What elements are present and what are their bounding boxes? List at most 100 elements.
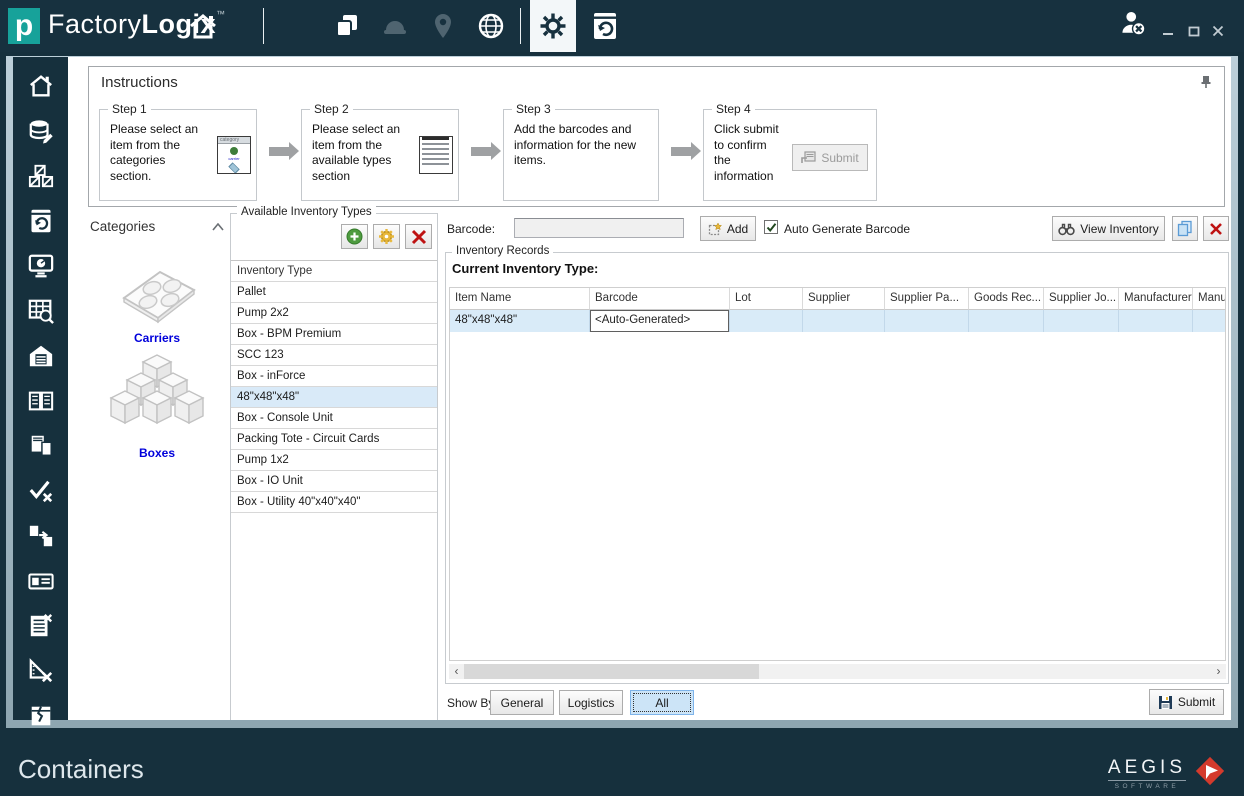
toolbar-divider (520, 8, 521, 44)
warehouse-icon[interactable] (27, 342, 55, 370)
column-header[interactable]: Item Name (450, 288, 590, 310)
home-nav-icon[interactable] (27, 72, 55, 100)
horizontal-scrollbar[interactable]: ‹ › (449, 664, 1226, 679)
minimize-button[interactable] (1158, 22, 1178, 40)
step-3-text: Add the barcodes and information for the… (514, 122, 650, 169)
add-icon (346, 228, 363, 245)
binoculars-icon (1058, 222, 1075, 236)
column-header[interactable]: Supplier (803, 288, 885, 310)
column-header[interactable]: Supplier Jo... (1044, 288, 1119, 310)
crates-icon[interactable] (27, 162, 55, 190)
delete-x-icon (1209, 222, 1223, 236)
scroll-right-arrow[interactable]: › (1211, 664, 1226, 679)
category-item-boxes[interactable]: Boxes (88, 353, 226, 460)
inventory-type-row-selected[interactable]: 48"x48"x48" (231, 387, 437, 408)
inventory-type-row[interactable]: Pallet (231, 282, 437, 303)
home-icon[interactable] (188, 11, 218, 41)
add-button[interactable]: Add (700, 216, 756, 241)
available-types-panel: Available Inventory Types (230, 213, 438, 720)
location-pin-icon[interactable] (428, 11, 458, 41)
show-by-logistics-button[interactable]: Logistics (559, 690, 623, 715)
category-label-boxes[interactable]: Boxes (88, 446, 226, 460)
column-header[interactable]: Manufac... (1193, 288, 1226, 310)
receiving-nav-icon[interactable] (27, 207, 55, 235)
delete-record-button[interactable] (1203, 216, 1229, 241)
settings-tab-active[interactable] (530, 0, 576, 52)
new-item-icon (708, 222, 722, 236)
globe-icon[interactable] (476, 11, 506, 41)
transfer-icon[interactable] (27, 522, 55, 550)
toolbar-divider (263, 8, 264, 44)
step-4-label: Step 4 (712, 102, 755, 116)
check-x-icon[interactable] (27, 477, 55, 505)
receiving-icon[interactable] (590, 11, 620, 41)
step-3-label: Step 3 (512, 102, 555, 116)
scrollbar-thumb[interactable] (464, 664, 759, 679)
documents-icon[interactable] (332, 11, 362, 41)
inventory-type-row[interactable]: Box - inForce (231, 366, 437, 387)
step-1-thumbnail: categorycarrier (217, 136, 251, 174)
types-column-header[interactable]: Inventory Type (231, 261, 437, 282)
column-header[interactable]: Barcode (590, 288, 730, 310)
column-header[interactable]: Goods Rec... (969, 288, 1044, 310)
carrier-tray-icon (112, 260, 202, 326)
show-by-general-button[interactable]: General (490, 690, 554, 715)
show-by-all-button-selected[interactable]: All (630, 690, 694, 715)
table-search-icon[interactable] (27, 297, 55, 325)
inventory-type-row[interactable]: Pump 2x2 (231, 303, 437, 324)
category-label-carriers[interactable]: Carriers (88, 331, 226, 345)
maximize-button[interactable] (1184, 22, 1204, 40)
view-inventory-button[interactable]: View Inventory (1052, 216, 1165, 241)
app-logo: p (8, 8, 40, 44)
record-row[interactable]: 48"x48"x48" <Auto-Generated> (450, 310, 1225, 332)
pages-icon[interactable] (27, 432, 55, 460)
copy-records-button[interactable] (1172, 216, 1198, 241)
inventory-type-row[interactable]: Box - BPM Premium (231, 324, 437, 345)
status-bar: Containers AEGIS SOFTWARE (0, 745, 1244, 796)
sidebar-nav (13, 57, 68, 720)
column-header[interactable]: Supplier Pa... (885, 288, 969, 310)
user-logout-icon[interactable] (1118, 8, 1148, 38)
close-button[interactable] (1208, 22, 1228, 40)
window-frame: Instructions Step 1 Please select an ite… (6, 56, 1238, 728)
scroll-left-arrow[interactable]: ‹ (449, 664, 464, 679)
record-cell (1044, 310, 1119, 332)
inventory-type-row[interactable]: Packing Tote - Circuit Cards (231, 429, 437, 450)
records-grid: Item Name Barcode Lot Supplier Supplier … (449, 287, 1226, 661)
monitor-chart-icon[interactable] (27, 252, 55, 280)
hardhat-icon[interactable] (380, 11, 410, 41)
barcode-input[interactable] (514, 218, 684, 238)
records-header-row: Item Name Barcode Lot Supplier Supplier … (450, 288, 1225, 310)
inventory-type-row[interactable]: Box - Console Unit (231, 408, 437, 429)
delete-type-button[interactable] (405, 224, 432, 249)
record-cell-barcode[interactable]: <Auto-Generated> (590, 310, 730, 332)
submit-button[interactable]: Submit (1149, 689, 1224, 715)
column-header[interactable]: Lot (730, 288, 803, 310)
instructions-title: Instructions (101, 74, 178, 91)
column-header[interactable]: Manufacturer (1119, 288, 1193, 310)
id-card-icon[interactable] (27, 567, 55, 595)
inventory-type-row[interactable]: Box - IO Unit (231, 471, 437, 492)
database-edit-icon[interactable] (27, 117, 55, 145)
pin-icon[interactable] (1200, 75, 1212, 92)
book-icon[interactable] (27, 387, 55, 415)
barcode-label: Barcode: (447, 222, 495, 236)
record-cell (1193, 310, 1226, 332)
category-item-carriers[interactable]: Carriers (88, 260, 226, 345)
damaged-box-icon[interactable] (27, 702, 55, 730)
inventory-type-row[interactable]: Pump 1x2 (231, 450, 437, 471)
step-3: Step 3 Add the barcodes and information … (503, 109, 659, 201)
list-x-icon[interactable] (27, 612, 55, 640)
main-content: Instructions Step 1 Please select an ite… (68, 57, 1231, 720)
record-cell (1119, 310, 1193, 332)
auto-generate-label[interactable]: Auto Generate Barcode (784, 222, 910, 236)
inventory-type-row[interactable]: Box - Utility 40"x40"x40" (231, 492, 437, 513)
collapse-chevron-icon[interactable] (212, 220, 224, 234)
modify-type-button[interactable] (373, 224, 400, 249)
modify-icon (378, 228, 395, 245)
inventory-type-row[interactable]: SCC 123 (231, 345, 437, 366)
step-submit-button[interactable]: Submit (792, 144, 868, 171)
auto-generate-checkbox[interactable] (764, 220, 778, 234)
add-type-button[interactable] (341, 224, 368, 249)
ruler-x-icon[interactable] (27, 657, 55, 685)
